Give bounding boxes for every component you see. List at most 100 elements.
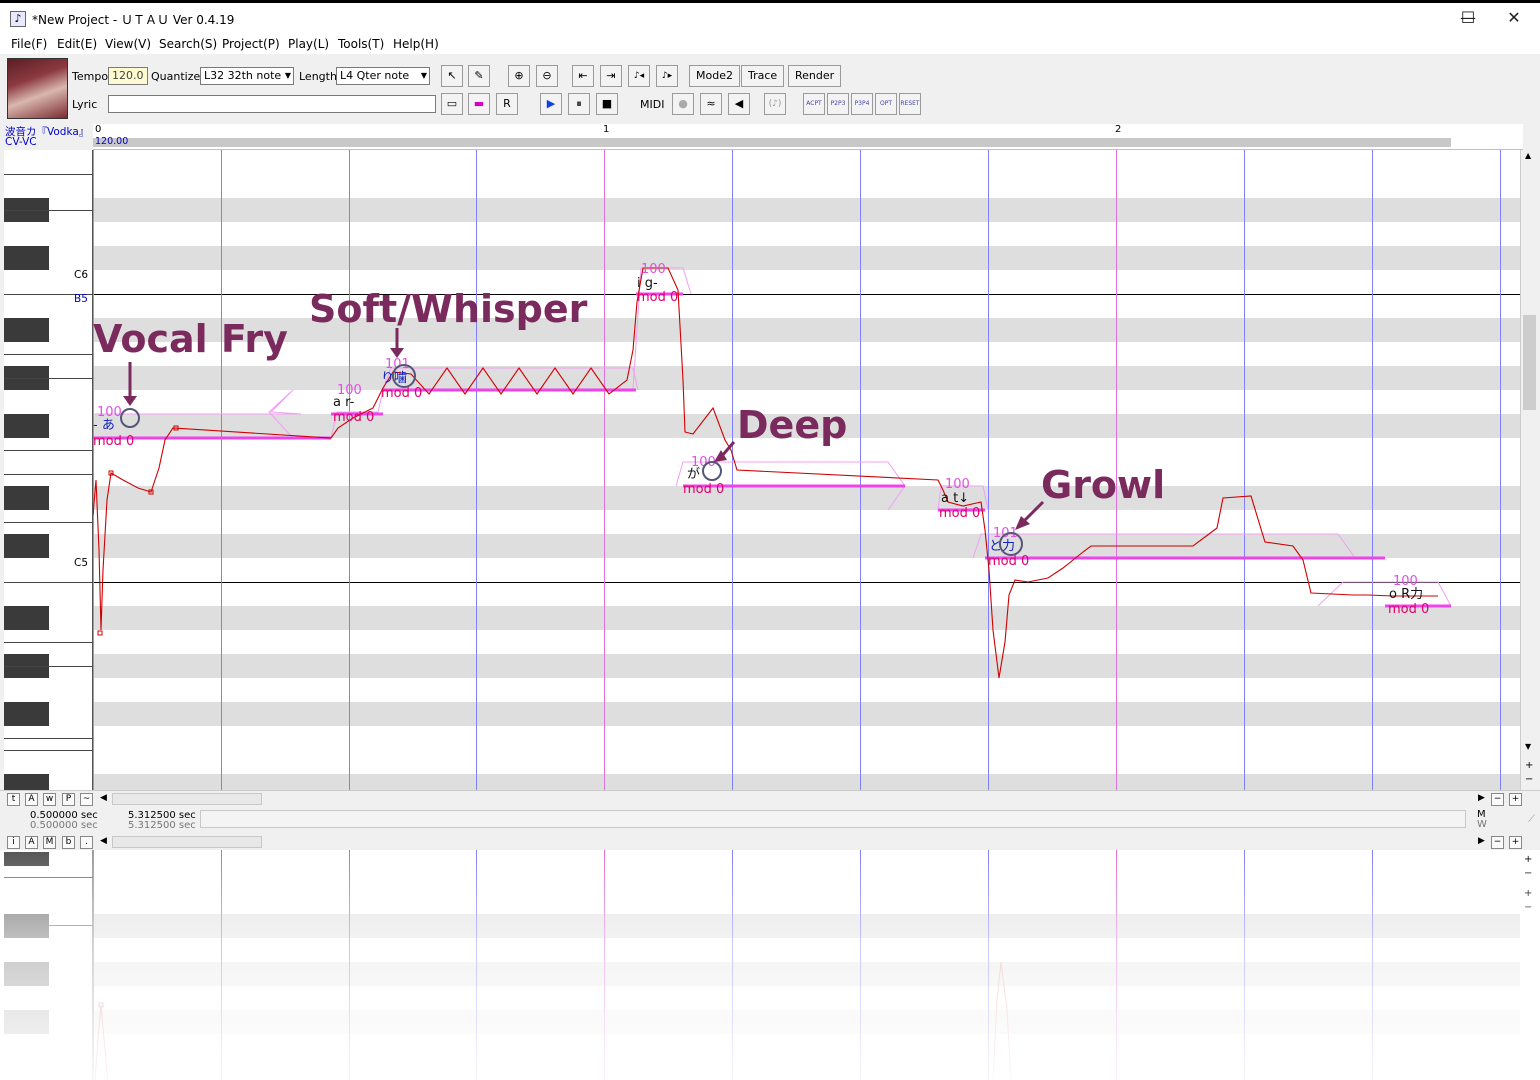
- black-key[interactable]: [4, 702, 49, 726]
- note-lyric[interactable]: a t↓: [941, 491, 969, 506]
- singer-mode: CV-VC: [5, 136, 37, 148]
- scroll-right-icon[interactable]: ▶: [1478, 836, 1485, 846]
- track-view-button[interactable]: M: [43, 836, 56, 849]
- note-lyric[interactable]: o R力: [1389, 587, 1423, 602]
- tempo-input[interactable]: 120.0: [108, 67, 148, 85]
- go-start-button[interactable]: ⇤: [572, 65, 594, 87]
- zoom-out-button[interactable]: ⊖: [536, 65, 558, 87]
- record-button[interactable]: ●: [672, 93, 694, 115]
- quantize-label: Quantize: [151, 70, 201, 83]
- track-view-button[interactable]: P: [62, 793, 75, 806]
- note-lyric[interactable]: a r-: [333, 395, 355, 410]
- menu-file[interactable]: File(F): [11, 37, 47, 51]
- close-button[interactable]: ✕: [1494, 7, 1534, 31]
- track-view-button[interactable]: i: [7, 836, 20, 849]
- horizontal-scroll-thumb[interactable]: [112, 836, 262, 848]
- quantize-select[interactable]: L32 32th note: [200, 67, 294, 85]
- black-key[interactable]: [4, 246, 49, 270]
- track-view-button[interactable]: w: [43, 793, 56, 806]
- key-divider: [4, 474, 93, 475]
- note-lyric[interactable]: - あ: [93, 418, 115, 433]
- opt-button[interactable]: OPT: [875, 93, 897, 115]
- key-divider: [4, 378, 93, 379]
- insert-r-button[interactable]: R: [496, 93, 518, 115]
- mute-button[interactable]: ◀: [728, 93, 750, 115]
- zoom-out-h-icon[interactable]: −: [1491, 793, 1504, 806]
- menu-view[interactable]: View(V): [105, 37, 151, 51]
- track-view-button[interactable]: A: [25, 793, 38, 806]
- measure-number: 0: [95, 124, 102, 135]
- pause-button[interactable]: ⏸: [568, 93, 590, 115]
- track-view-button[interactable]: A: [25, 836, 38, 849]
- menu-play[interactable]: Play(L): [288, 37, 329, 51]
- singer-avatar[interactable]: [7, 58, 68, 119]
- track-view-button[interactable]: ~: [80, 793, 93, 806]
- lyric-input[interactable]: [108, 95, 436, 113]
- loop-button[interactable]: ≈: [700, 93, 722, 115]
- horizontal-scrollbar-bottom[interactable]: i A M b . ◀ ▶ − +: [0, 834, 1540, 850]
- acpt-button[interactable]: ACPT: [803, 93, 825, 115]
- tempo-marker: 120.00: [95, 136, 129, 147]
- track-view-button[interactable]: b: [62, 836, 75, 849]
- insert-rest-button[interactable]: ▬: [468, 93, 490, 115]
- black-key[interactable]: [4, 414, 49, 438]
- menu-bar: File(F) Edit(E) View(V) Search(S) Projec…: [0, 36, 1540, 54]
- vertical-scrollbar[interactable]: ▲ ▼ + −: [1520, 150, 1538, 790]
- mode2-button[interactable]: Mode2: [689, 65, 740, 87]
- resize-grip-icon[interactable]: ⟋: [1528, 814, 1535, 825]
- zoom-minus-icon[interactable]: −: [1525, 774, 1533, 785]
- length-select[interactable]: L4 Qter note: [336, 67, 430, 85]
- piano-keyboard[interactable]: C6 B5 C5: [4, 150, 93, 798]
- p2p3-button[interactable]: P2P3: [827, 93, 849, 115]
- note-mod: mod 0: [333, 410, 374, 425]
- pencil-tool-button[interactable]: ✎: [468, 65, 490, 87]
- next-note-button[interactable]: ♪▸: [656, 65, 678, 87]
- zoom-plus-icon[interactable]: +: [1525, 760, 1533, 771]
- menu-edit[interactable]: Edit(E): [57, 37, 97, 51]
- position-field[interactable]: [200, 810, 1466, 828]
- vertical-scroll-thumb[interactable]: [1523, 315, 1536, 410]
- window-title: *New Project - ＵＴＡＵ Ver 0.4.19: [32, 13, 235, 27]
- menu-search[interactable]: Search(S): [159, 37, 217, 51]
- p3p4-button[interactable]: P3P4: [851, 93, 873, 115]
- black-key[interactable]: [4, 486, 49, 510]
- note-mod: mod 0: [93, 434, 134, 449]
- zoom-out-h-icon[interactable]: −: [1491, 836, 1504, 849]
- render-button[interactable]: Render: [788, 65, 842, 87]
- prev-note-button[interactable]: ♪◂: [628, 65, 650, 87]
- zoom-in-h-icon[interactable]: +: [1509, 836, 1522, 849]
- track-view-button[interactable]: .: [80, 836, 93, 849]
- menu-tools[interactable]: Tools(T): [338, 37, 384, 51]
- go-end-button[interactable]: ⇥: [600, 65, 622, 87]
- pitch-curve[interactable]: [93, 267, 1438, 679]
- scroll-left-icon[interactable]: ◀: [100, 793, 107, 803]
- horizontal-scrollbar-top[interactable]: t A w P ~ ◀ ▶ − +: [0, 790, 1540, 806]
- stop-button[interactable]: ■: [596, 93, 618, 115]
- menu-project[interactable]: Project(P): [222, 37, 280, 51]
- notes-overlay: 100 - あ mod 0 100 a r- mod 0 101 り噛 mod …: [93, 262, 1452, 679]
- horizontal-scroll-thumb[interactable]: [112, 793, 262, 805]
- scroll-right-icon[interactable]: ▶: [1478, 793, 1485, 803]
- play-button[interactable]: ▶: [540, 93, 562, 115]
- zoom-in-button[interactable]: ⊕: [508, 65, 530, 87]
- octave-label-c5: C5: [74, 557, 89, 569]
- scroll-left-icon[interactable]: ◀: [100, 836, 107, 846]
- insert-note-button[interactable]: ▭: [441, 93, 463, 115]
- scroll-down-icon[interactable]: ▼: [1525, 742, 1531, 751]
- note-lyric[interactable]: i g-: [637, 276, 658, 291]
- black-key[interactable]: [4, 534, 49, 558]
- select-tool-button[interactable]: ↖: [441, 65, 463, 87]
- reset-button[interactable]: RESET: [899, 93, 921, 115]
- zoom-in-h-icon[interactable]: +: [1509, 793, 1522, 806]
- link-button[interactable]: (♪): [764, 93, 786, 115]
- end-time-shadow: 5.312500 sec: [128, 820, 196, 829]
- menu-help[interactable]: Help(H): [393, 37, 439, 51]
- track-view-button[interactable]: t: [7, 793, 20, 806]
- black-key[interactable]: [4, 318, 49, 342]
- scroll-up-icon[interactable]: ▲: [1525, 151, 1531, 160]
- black-key[interactable]: [4, 606, 49, 630]
- maximize-button[interactable]: ☐: [1448, 7, 1488, 31]
- trace-button[interactable]: Trace: [741, 65, 785, 87]
- note-lyric[interactable]: が: [687, 467, 700, 482]
- cursor-time-shadow: 0.500000 sec: [30, 820, 98, 829]
